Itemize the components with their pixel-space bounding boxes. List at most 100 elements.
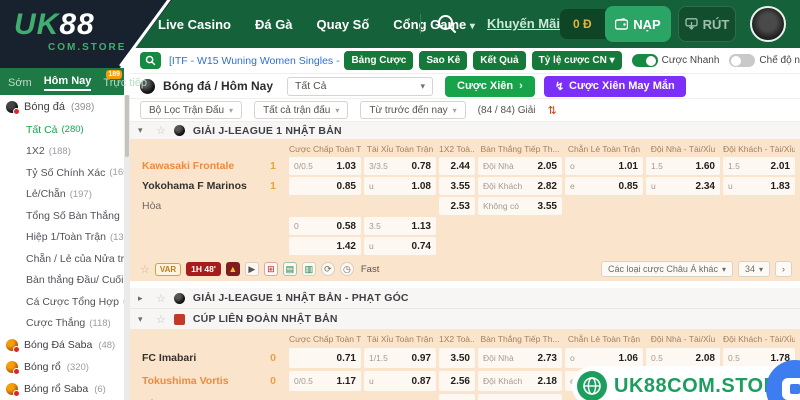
odds-cell[interactable]: 0.5 2.08 [646, 348, 720, 368]
tab-live[interactable]: Trực tiếp [103, 77, 147, 91]
withdraw-button[interactable]: RÚT [678, 6, 736, 42]
stats-icon[interactable]: ▥ [301, 262, 316, 276]
expand-icon[interactable]: ▸ [138, 293, 148, 304]
mode-toggle[interactable] [729, 54, 756, 67]
nav-item[interactable]: Đá Gà [255, 17, 293, 32]
odds-cell[interactable]: 0 0.58 [289, 217, 361, 235]
odds-cell[interactable]: 3.55 [439, 177, 475, 195]
chevron-down-icon: ▾ [420, 80, 426, 91]
lucky-parlay-button[interactable]: ↯ Cược Xiên May Mắn [543, 75, 686, 97]
league-header-jleague-cup[interactable]: ▾ ☆ CÚP LIÊN ĐOÀN NHẬT BẢN [130, 309, 800, 330]
next-markets-button[interactable]: › [775, 261, 792, 277]
odds-cell[interactable]: 1.5 1.60 [646, 157, 720, 175]
quick-bet-toggle[interactable] [631, 54, 658, 67]
odds-cell[interactable]: 0.85 [289, 177, 361, 195]
sidebar-sport-item[interactable]: Bóng rổ Saba (6) [0, 378, 124, 400]
ticker-button[interactable]: Kết Quả [473, 51, 526, 70]
sidebar-item[interactable]: Tỷ Số Chính Xác (165) [0, 162, 124, 184]
odds-cell[interactable]: 0/0.5 1.03 [289, 157, 361, 175]
odds-value: 0.85 [336, 180, 356, 192]
search-icon[interactable] [436, 13, 458, 35]
odds-cell[interactable]: Đội Khách 2.82 [478, 177, 562, 195]
market-count-dropdown[interactable]: 34 ▾ [737, 261, 770, 277]
favorite-star-icon[interactable]: ☆ [156, 124, 166, 137]
promotions-link[interactable]: Khuyến Mãi [487, 16, 560, 31]
nav-item[interactable]: Cổng Game ▾ [393, 17, 475, 32]
odds-cell[interactable]: 1.5 2.01 [723, 157, 795, 175]
odds-cell[interactable]: 1.42 [289, 237, 361, 255]
sidebar-item[interactable]: Chẵn / Lẻ của Nửa trận/... (136) [0, 248, 124, 270]
sidebar-item[interactable]: Cược Thắng (118) [0, 313, 124, 335]
sidebar-item[interactable]: Tất Cả (280) [0, 119, 124, 141]
odds-cell[interactable]: Không có 3.55 [478, 197, 562, 215]
odds-cell[interactable]: 0.71 [289, 348, 361, 368]
ticker-button[interactable]: Sao Kê [419, 51, 468, 70]
odds-main: ▾ ☆ GIẢI J-LEAGUE 1 NHẬT BẢN Cược Chấp T… [130, 122, 800, 400]
odds-cell[interactable]: 2.56 [439, 371, 475, 391]
mode-label: Chế độ n [759, 55, 800, 66]
parlay-button[interactable]: Cược Xiên › [445, 75, 535, 97]
asia-markets-dropdown[interactable]: Các loại cược Châu Á khác ▾ [600, 261, 733, 277]
odds-cell[interactable]: 2.44 [439, 157, 475, 175]
odds-cell[interactable]: u 2.34 [646, 177, 720, 195]
odds-cell[interactable]: u 1.83 [723, 177, 795, 195]
odds-cell[interactable]: 2.33 [439, 394, 475, 400]
filter-pill[interactable]: Tất cả trận đấu ▾ [254, 101, 349, 119]
odds-cell[interactable]: Đội Nhà 2.73 [478, 348, 562, 368]
league-header-jleague-corners[interactable]: ▸ ☆ GIẢI J-LEAGUE 1 NHẬT BẢN - PHẠT GÓC [130, 288, 800, 309]
odds-cell[interactable]: 0/0.5 1.17 [289, 371, 361, 391]
nav-item[interactable]: Quay Số [317, 17, 370, 32]
live-tv-icon[interactable]: ▤ [282, 262, 297, 276]
deposit-button[interactable]: NẠP [605, 6, 671, 42]
odds-cell[interactable]: 3.5 1.13 [364, 217, 436, 235]
favorite-star-icon[interactable]: ☆ [156, 292, 166, 305]
favorite-star-icon[interactable]: ☆ [156, 313, 166, 326]
sidebar-sport-football[interactable]: Bóng đá (398) [0, 95, 124, 119]
sidebar-sport-item[interactable]: Bóng Đá Saba (48) [0, 334, 124, 356]
sidebar-item[interactable]: Cá Cược Tổng Hợp (819) [0, 291, 124, 313]
tab-today[interactable]: Hôm Nay [43, 75, 92, 91]
sort-icon[interactable]: ⇅ [547, 104, 556, 117]
nav-item[interactable]: Live Casino [158, 17, 231, 32]
collapse-icon[interactable]: ▾ [138, 125, 148, 136]
collapse-icon[interactable]: ▾ [138, 314, 148, 325]
odds-cell[interactable]: Đội Nhà 2.05 [478, 157, 562, 175]
odds-cell[interactable]: e 0.85 [565, 177, 643, 195]
market-filter-select[interactable]: Tất Cả ▾ [287, 76, 434, 96]
odds-cell[interactable]: 2.53 [439, 197, 475, 215]
odds-cell[interactable]: Đội Khách 2.18 [478, 371, 562, 391]
odds-cell[interactable]: 3/3.5 0.78 [364, 157, 436, 175]
user-avatar[interactable] [750, 6, 786, 42]
odds-cell[interactable]: u 0.87 [364, 371, 436, 391]
lightning-icon: ↯ [554, 80, 565, 93]
odds-cell-empty [565, 237, 643, 255]
league-header-jleague[interactable]: ▾ ☆ GIẢI J-LEAGUE 1 NHẬT BẢN [130, 122, 800, 140]
refresh-icon[interactable]: ⟳ [320, 262, 335, 276]
tab-early[interactable]: Sớm [8, 77, 32, 91]
filter-pill[interactable]: Từ trước đến nay ▾ [360, 101, 466, 119]
pitch-view-icon[interactable]: ⊞ [263, 262, 278, 276]
odds-cell[interactable]: o 1.01 [565, 157, 643, 175]
favorite-star-icon[interactable]: ☆ [140, 263, 150, 276]
odds-cell[interactable]: 1/1.5 0.97 [364, 348, 436, 368]
match-rows-jleague: Kawasaki Frontale 1 0/0.5 1.03 3/3.5 0.78 2.44… [134, 157, 796, 255]
odds-value: 3.55 [537, 200, 557, 212]
sidebar-item[interactable]: Lẻ/Chẵn (197) [0, 184, 124, 206]
sidebar-item[interactable]: 1X2 (188) [0, 141, 124, 163]
sidebar-item[interactable]: Bàn thắng Đầu/ Cuối (109) [0, 270, 124, 292]
odds-cell[interactable]: u 1.08 [364, 177, 436, 195]
ticker-button[interactable]: Tỷ lệ cược CN ▾ [531, 51, 622, 70]
play-stream-icon[interactable]: ▶ [244, 262, 259, 276]
odds-table-header: Cược Chấp Toàn T... Tài Xỉu Toàn Trận 1X… [134, 142, 796, 155]
history-clock-icon[interactable]: ◷ [339, 262, 354, 276]
odds-cell[interactable]: 3.50 [439, 348, 475, 368]
odds-cell[interactable]: o 1.06 [565, 348, 643, 368]
filter-pill[interactable]: Bộ Lọc Trận Đấu ▾ [140, 101, 243, 119]
odds-cell[interactable]: u 0.74 [364, 237, 436, 255]
sidebar-item[interactable]: Hiệp 1/Toàn Trận (137) [0, 227, 124, 249]
sidebar-item[interactable]: Tổng Số Bàn Thắng (163) [0, 205, 124, 227]
odds-cell[interactable]: Không có3.35 [478, 394, 562, 400]
ticker-button[interactable]: Bảng Cược [344, 51, 414, 70]
sidebar-sport-item[interactable]: Bóng rổ (320) [0, 356, 124, 378]
scrollbar-thumb[interactable] [125, 95, 129, 157]
